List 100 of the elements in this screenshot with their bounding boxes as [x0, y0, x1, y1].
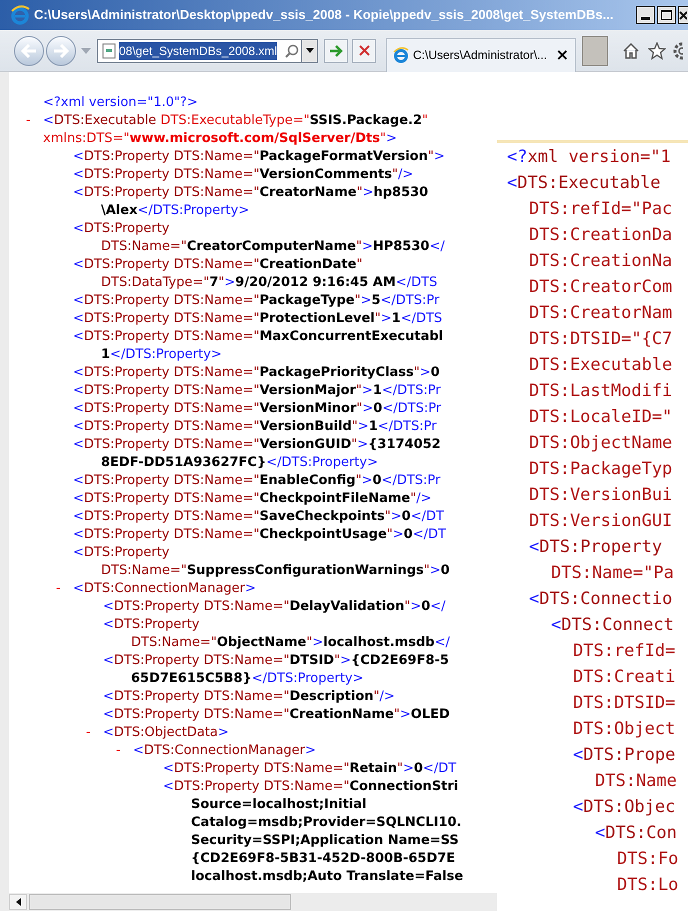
- code-line: <DTS:Property DTS:Name="DTSID">{CD2E69F8-5: [103, 652, 449, 670]
- tab-close-button[interactable]: ×: [556, 43, 569, 67]
- maximize-icon: [661, 10, 672, 20]
- collapse-toggle[interactable]: -: [56, 579, 61, 599]
- code-line: <?xml version="1.0"?>: [43, 94, 198, 112]
- code-line: DTS:Name="Pa: [551, 562, 674, 586]
- code-line: DTS:Name="CreatorComputerName">HP8530</: [101, 238, 445, 256]
- code-line: <DTS:Connect: [551, 614, 674, 638]
- code-line: 65D7E615C5B8}</DTS:Property>: [131, 670, 364, 688]
- code-line: Source=localhost;Initial: [191, 796, 366, 814]
- code-line: 8EDF-DD51A93627FC}</DTS:Property>: [101, 454, 378, 472]
- window-title: C:\Users\Administrator\Desktop\ppedv_ssis_2008 - Kopie\ppedv_ssis_2008\get_SystemDBs...: [34, 6, 614, 24]
- code-line: <DTS:Connectio: [529, 588, 672, 612]
- minimize-icon: [641, 17, 650, 20]
- code-line: <DTS:Property: [73, 220, 170, 238]
- code-line: DTS:ObjectName: [529, 432, 672, 456]
- caret-icon: [306, 48, 314, 53]
- maximize-button[interactable]: [657, 6, 676, 24]
- code-line: <DTS:Property DTS:Name="PackageFormatVersion">: [73, 148, 445, 166]
- address-dropdown-button[interactable]: [301, 40, 317, 62]
- tab-title: C:\Users\Administrator\...: [413, 47, 548, 64]
- code-line: DTS:Name="SuppressConfigurationWarnings">0: [101, 562, 450, 580]
- back-button[interactable]: [14, 36, 44, 66]
- code-line: <DTS:Property DTS:Name="VersionBuild">1</DTS:Pr: [73, 418, 437, 436]
- code-line: <DTS:Property DTS:Name="PackagePriorityClass">0: [73, 364, 440, 382]
- code-line: DTS:DataType="7">9/20/2012 9:16:45 AM</DTS: [101, 274, 438, 292]
- document-icon: [102, 42, 116, 58]
- browser-tab[interactable]: C:\Users\Administrator\... ×: [386, 38, 576, 72]
- home-icon[interactable]: [622, 42, 640, 60]
- go-button[interactable]: [324, 38, 348, 62]
- code-line: localhost.msdb;Auto Translate=False: [191, 868, 464, 886]
- stop-button[interactable]: [352, 38, 376, 62]
- code-line: DTS:PackageTyp: [529, 458, 672, 482]
- left-arrow-icon: [16, 898, 20, 906]
- code-line: <DTS:Property DTS:Name="Retain">0</DT: [163, 760, 456, 778]
- collapse-toggle[interactable]: -: [116, 741, 121, 761]
- code-line: <DTS:Property: [73, 544, 170, 562]
- code-line: DTS:VersionGUI: [529, 510, 672, 534]
- collapse-toggle[interactable]: -: [26, 111, 31, 131]
- code-line: <DTS:ConnectionManager>: [133, 742, 316, 760]
- code-line: <DTS:Property DTS:Name="MaxConcurrentExecutabl: [73, 328, 444, 346]
- close-button[interactable]: [678, 6, 688, 24]
- close-icon: [358, 45, 370, 56]
- code-line: <DTS:Objec: [573, 796, 676, 820]
- code-line: <DTS:Property DTS:Name="PackageType">5</DTS:Pr: [73, 292, 440, 310]
- code-line: DTS:LocaleID=": [529, 406, 672, 430]
- close-icon: [679, 10, 687, 20]
- code-line: <DTS:Property DTS:Name="ConnectionStri: [163, 778, 458, 796]
- browser-logo-icon: [393, 47, 409, 63]
- address-field[interactable]: 08\get_SystemDBs_2008.xml: [97, 38, 318, 62]
- code-line: \Alex</DTS:Property>: [101, 202, 250, 220]
- code-line: Security=SSPI;Application Name=SS: [191, 832, 459, 850]
- code-line: DTS:Name: [595, 770, 677, 794]
- code-line: <DTS:ObjectData>: [103, 724, 229, 742]
- settings-icon[interactable]: [672, 42, 683, 60]
- code-line: 1</DTS:Property>: [101, 346, 222, 364]
- code-line: <DTS:Executable: [507, 172, 661, 196]
- code-line: <DTS:Con: [595, 822, 677, 846]
- code-line: DTS:VersionBui: [529, 484, 672, 508]
- code-line: <DTS:Property: [529, 536, 662, 560]
- collapse-toggle[interactable]: -: [86, 723, 91, 743]
- forward-arrow-icon: [53, 44, 69, 58]
- scroll-left-button[interactable]: [9, 894, 27, 910]
- code-line: <DTS:Property DTS:Name="CheckpointUsage">0</DT: [73, 526, 446, 544]
- code-line: DTS:refId="Pac: [529, 198, 672, 222]
- code-line: DTS:refId=: [573, 640, 676, 664]
- code-line: <DTS:Property DTS:Name="DelayValidation">0</: [103, 598, 446, 616]
- code-line: DTS:Name="ObjectName">localhost.msdb</: [131, 634, 450, 652]
- code-line: <DTS:Property DTS:Name="VersionMajor">1</DTS:Pr: [73, 382, 441, 400]
- address-text: 08\get_SystemDBs_2008.xml: [119, 42, 278, 60]
- back-arrow-icon: [21, 44, 37, 58]
- code-line: <DTS:Property DTS:Name="CheckpointFileName"/>: [73, 490, 432, 508]
- code-line: <DTS:Prope: [573, 744, 676, 768]
- code-line: <DTS:ConnectionManager>: [73, 580, 256, 598]
- code-line: <DTS:Property DTS:Name="EnableConfig">0</DTS:Pr: [73, 472, 440, 490]
- code-line: Catalog=msdb;Provider=SQLNCLI10.: [191, 814, 462, 832]
- code-line: DTS:CreationNa: [529, 250, 672, 274]
- code-line: DTS:CreatorNam: [529, 302, 672, 326]
- code-line: DTS:Creati: [573, 666, 676, 690]
- browser-logo-icon: [10, 5, 30, 25]
- code-line: <DTS:Executable DTS:ExecutableType="SSIS.Package.2": [43, 112, 428, 130]
- code-line: <DTS:Property DTS:Name="Description"/>: [103, 688, 395, 706]
- code-line: DTS:Fo: [617, 848, 678, 872]
- code-line: <DTS:Property DTS:Name="CreationName">OLED: [103, 706, 450, 724]
- code-line: <DTS:Property DTS:Name="CreatorName">hp8530: [73, 184, 428, 202]
- code-line: <DTS:Property DTS:Name="CreationDate": [73, 256, 362, 274]
- code-line: {CD2E69F8-5B31-452D-800B-65D7E: [191, 850, 456, 868]
- scrollbar-thumb[interactable]: [29, 894, 291, 910]
- code-line: DTS:CreatorCom: [529, 276, 672, 300]
- code-line: DTS:Executable: [529, 354, 672, 378]
- star-icon[interactable]: [648, 42, 666, 60]
- forward-button[interactable]: [46, 36, 76, 66]
- code-line: <DTS:Property DTS:Name="VersionGUID">{3174052: [73, 436, 441, 454]
- code-line: <DTS:Property DTS:Name="VersionComments"/>: [73, 166, 414, 184]
- search-icon[interactable]: [285, 44, 299, 58]
- code-line: <DTS:Property DTS:Name="SaveCheckpoints">0</DT: [73, 508, 444, 526]
- minimize-button[interactable]: [636, 6, 655, 24]
- code-line: DTS:DTSID="{C7: [529, 328, 672, 352]
- code-line: DTS:Object: [573, 718, 676, 742]
- code-line: DTS:Lo: [617, 874, 678, 898]
